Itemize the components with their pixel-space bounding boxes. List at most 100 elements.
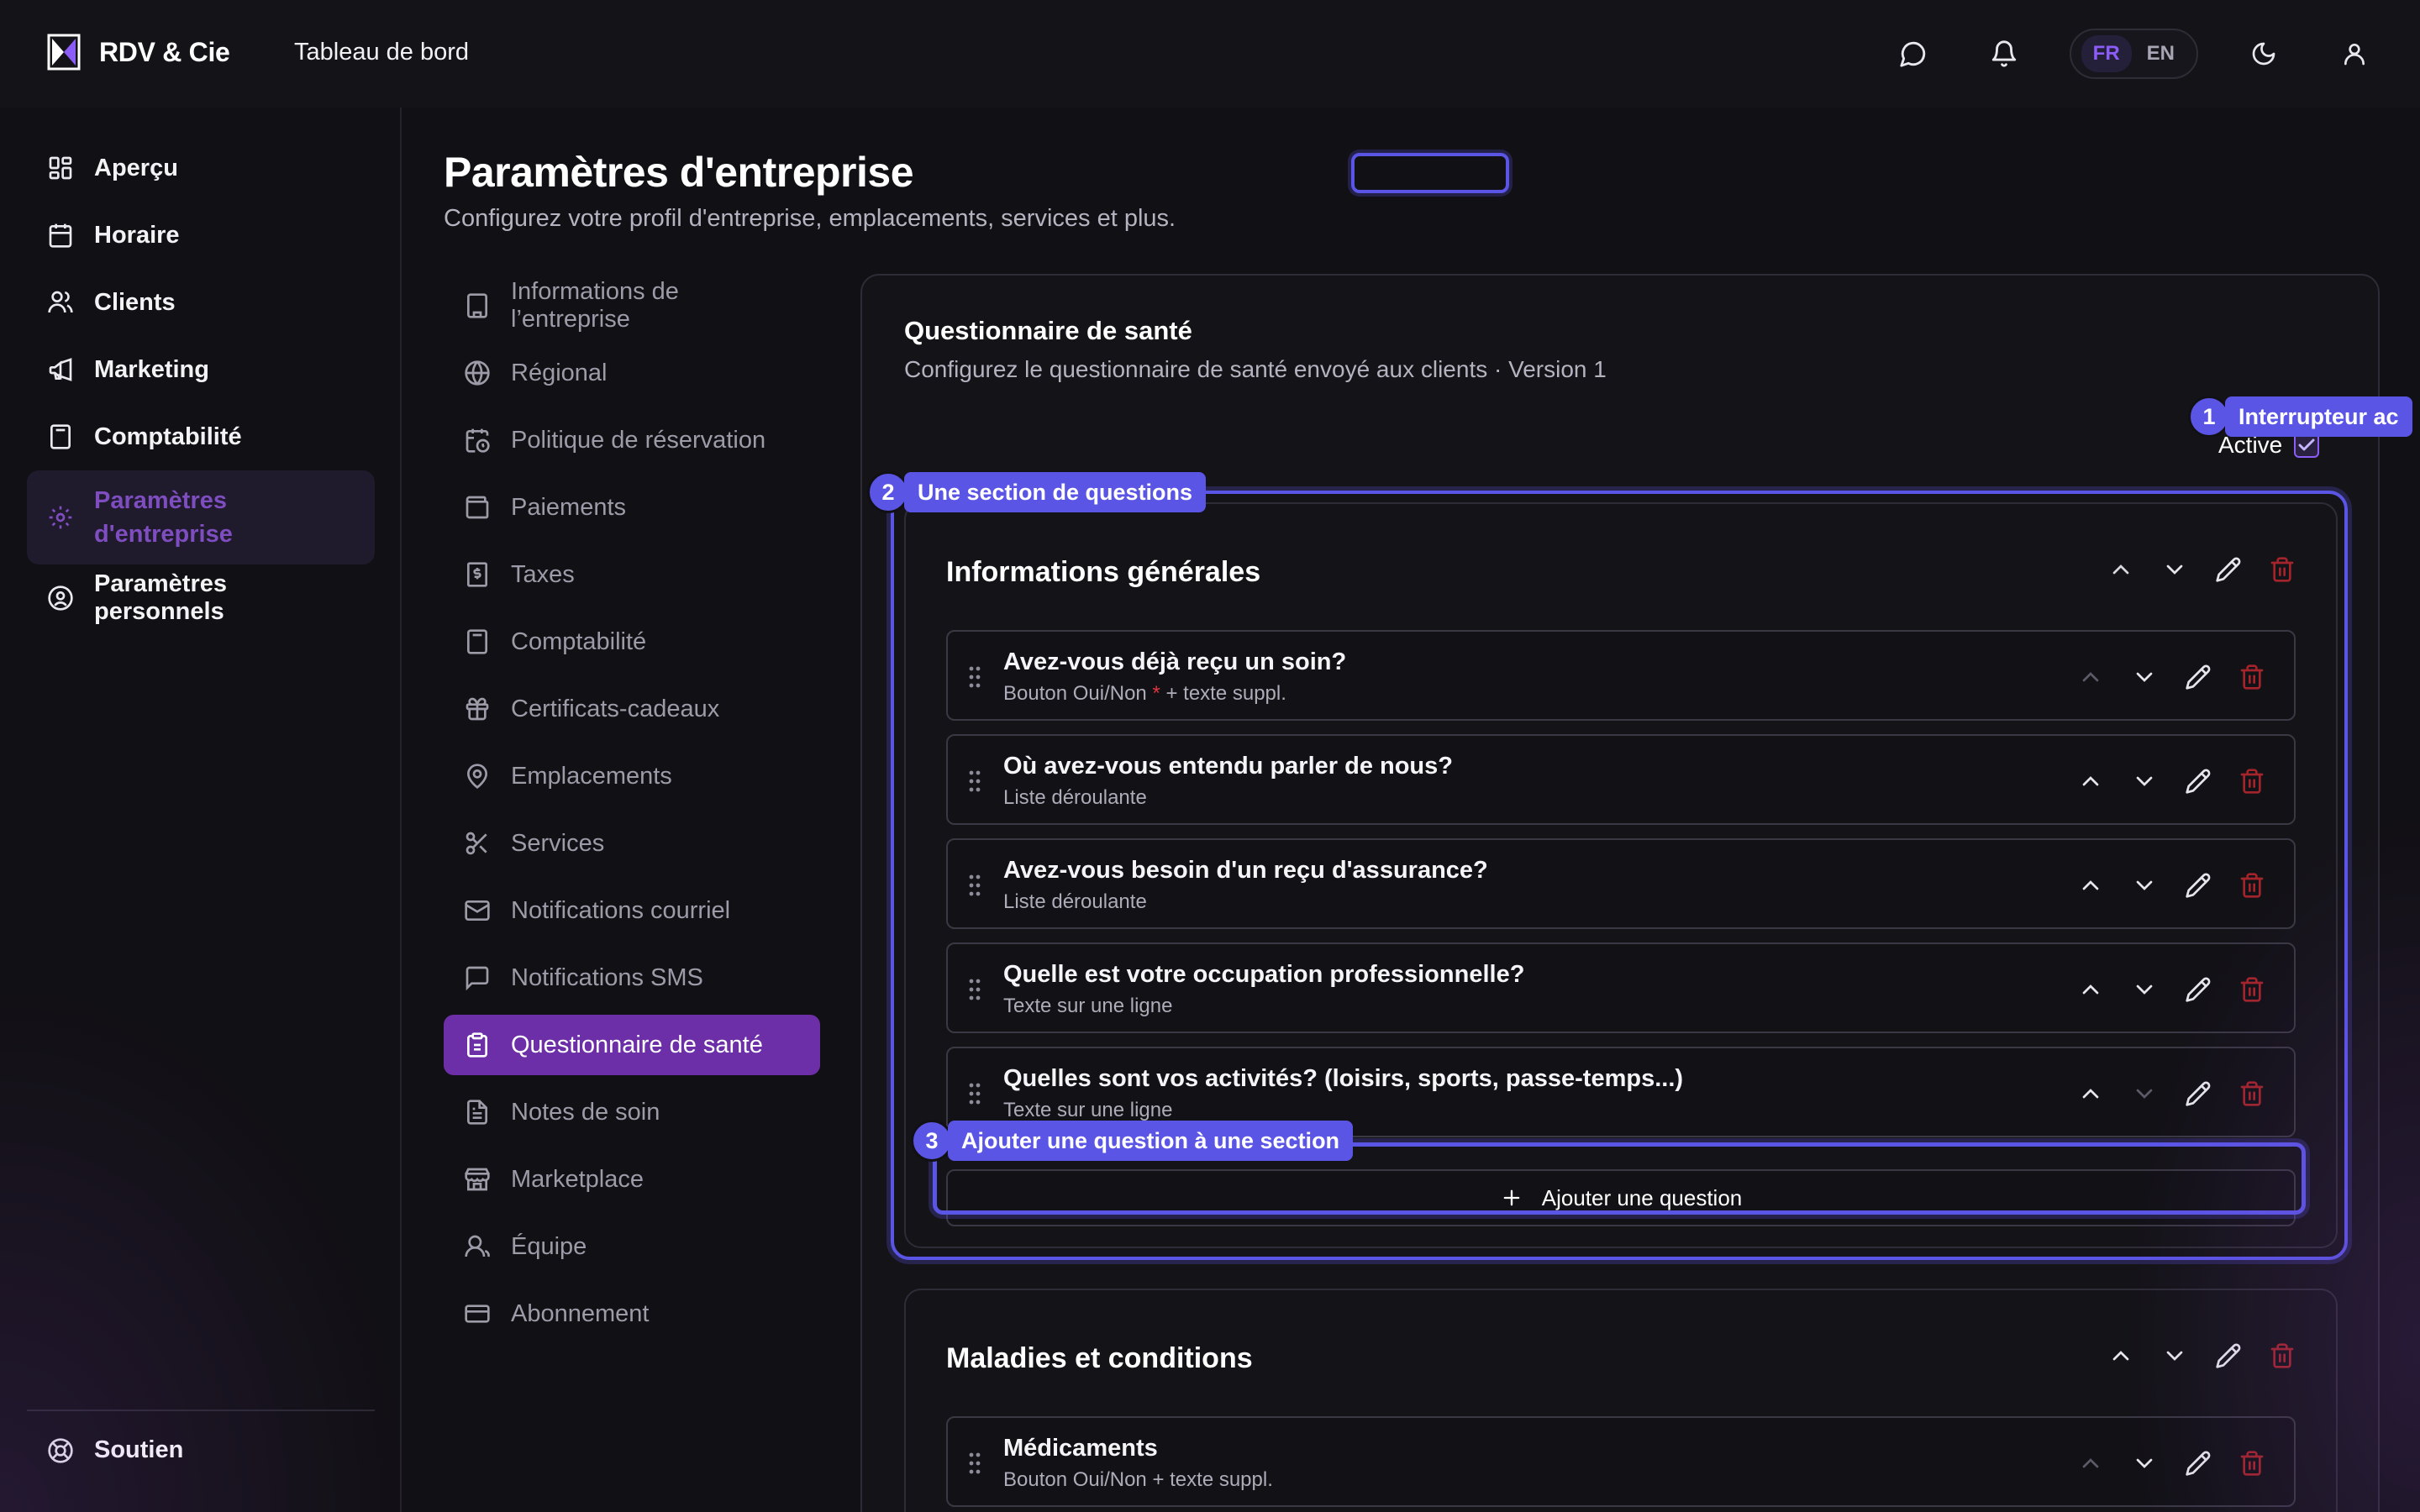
clipboard-icon [464,1032,491,1058]
sidebar-item-label: Marketing [94,355,209,383]
move-down-icon[interactable] [2131,1450,2158,1477]
trash-icon[interactable] [2238,1450,2265,1477]
settings-item-politique-reservation[interactable]: Politique de réservation [444,407,820,474]
drag-handle-icon[interactable] [968,1452,981,1475]
settings-item-informations[interactable]: Informations de l’entreprise [444,272,820,339]
sidebar-item-label: Soutien [94,1436,184,1463]
receipt-dollar-icon [464,561,491,588]
scissors-icon [464,830,491,857]
sidebar-item-label: Horaire [94,221,180,249]
move-down-icon[interactable] [2161,1342,2188,1369]
sidebar-item-parametres-entreprise[interactable]: Paramètres d'entreprise [27,470,375,564]
settings-item-equipe[interactable]: Équipe [444,1213,820,1280]
sidebar-item-label: Paramètres d'entreprise [94,487,233,548]
settings-item-label: Notifications courriel [511,896,731,924]
edit-icon[interactable] [2215,1342,2242,1369]
annotation-badge-3: 3 Ajouter une question à une section [911,1120,1354,1162]
settings-item-marketplace[interactable]: Marketplace [444,1146,820,1213]
calculator-icon [47,423,74,450]
users-icon [47,289,74,316]
settings-item-comptabilite[interactable]: Comptabilité [444,608,820,675]
sidebar-item-comptabilite[interactable]: Comptabilité [27,403,375,470]
sidebar-item-label: Clients [94,288,176,316]
main-nav: Aperçu Horaire Clients Marketing Comptab… [27,134,375,632]
section-title: Maladies et conditions [946,1342,1253,1374]
lang-fr-button[interactable]: FR [2081,35,2132,72]
sidebar-divider [27,1410,375,1411]
store-icon [464,1166,491,1193]
page-title: Paramètres d'entreprise [444,149,914,196]
highlight-active-toggle [1351,153,1509,193]
sidebar-item-horaire[interactable]: Horaire [27,202,375,269]
top-bar: RDV & Cie Tableau de bord FR EN [0,0,2420,108]
user-icon[interactable] [2329,29,2380,79]
edit-icon[interactable] [2185,1450,2212,1477]
question-row[interactable]: Médicaments Bouton Oui/Non + texte suppl… [946,1416,2296,1507]
settings-item-label: Comptabilité [511,627,647,655]
settings-item-emplacements[interactable]: Emplacements [444,743,820,810]
settings-item-label: Régional [511,359,608,386]
annotation-number: 1 [2188,396,2230,437]
settings-item-questionnaire-sante[interactable]: Questionnaire de santé [444,1015,820,1075]
annotation-number: 3 [911,1120,953,1162]
check-icon [2298,438,2315,451]
settings-item-label: Certificats-cadeaux [511,695,720,722]
lang-en-button[interactable]: EN [2135,35,2186,72]
settings-item-notes-soin[interactable]: Notes de soin [444,1079,820,1146]
map-pin-icon [464,763,491,790]
settings-item-notifications-sms[interactable]: Notifications SMS [444,944,820,1011]
settings-nav: Informations de l’entreprise Régional Po… [444,272,820,1347]
dashboard-icon [47,155,74,181]
settings-item-certificats[interactable]: Certificats-cadeaux [444,675,820,743]
settings-item-label: Services [511,829,605,857]
sidebar-item-marketing[interactable]: Marketing [27,336,375,403]
building-icon [464,292,491,319]
bell-icon[interactable] [1979,29,2029,79]
settings-item-notifications-courriel[interactable]: Notifications courriel [444,877,820,944]
settings-item-label: Emplacements [511,762,672,790]
sidebar-item-label: Paramètres personnels [94,570,227,625]
settings-item-services[interactable]: Services [444,810,820,877]
annotation-badge-2: 2 Une section de questions [867,471,1207,513]
team-icon [464,1233,491,1260]
settings-item-taxes[interactable]: Taxes [444,541,820,608]
sidebar-item-label: Aperçu [94,154,178,181]
calculator-icon [464,628,491,655]
gear-icon [47,504,74,531]
settings-item-label: Abonnement [511,1299,650,1327]
annotation-badge-1: 1 Interrupteur ac [2188,396,2420,437]
sidebar-item-soutien[interactable]: Soutien [47,1436,183,1464]
message-square-icon [464,964,491,991]
sidebar-item-parametres-personnels[interactable]: Paramètres personnels [27,564,375,632]
brand[interactable]: RDV & Cie [45,32,230,72]
settings-item-paiements[interactable]: Paiements [444,474,820,541]
settings-item-label: Marketplace [511,1165,644,1193]
question-section: Maladies et conditions Médicaments Bouto… [904,1289,2338,1512]
breadcrumb[interactable]: Tableau de bord [294,39,469,66]
annotation-label: Une section de questions [904,472,1207,512]
calendar-icon [47,222,74,249]
settings-item-regional[interactable]: Régional [444,339,820,407]
file-text-icon [464,1099,491,1126]
annotation-label: Ajouter une question à une section [948,1121,1354,1161]
settings-item-label: Notes de soin [511,1098,660,1126]
settings-item-abonnement[interactable]: Abonnement [444,1280,820,1347]
sidebar-item-clients[interactable]: Clients [27,269,375,336]
settings-item-label: Équipe [511,1232,587,1260]
logo-icon [45,32,82,72]
calendar-clock-icon [464,427,491,454]
sidebar-item-apercu[interactable]: Aperçu [27,134,375,202]
top-actions: FR EN [1888,29,2380,79]
settings-item-label: Informations de l’entreprise [511,278,679,333]
chat-icon[interactable] [1888,29,1939,79]
app-name: RDV & Cie [99,36,230,67]
settings-item-label: Questionnaire de santé [511,1031,763,1058]
moon-icon[interactable] [2238,29,2289,79]
move-up-icon[interactable] [2077,1450,2104,1477]
globe-icon [464,360,491,386]
move-up-icon[interactable] [2107,1342,2134,1369]
settings-item-label: Taxes [511,560,575,588]
gift-icon [464,696,491,722]
card-subtitle: Configurez le questionnaire de santé env… [904,356,1607,382]
trash-icon[interactable] [2269,1342,2296,1369]
